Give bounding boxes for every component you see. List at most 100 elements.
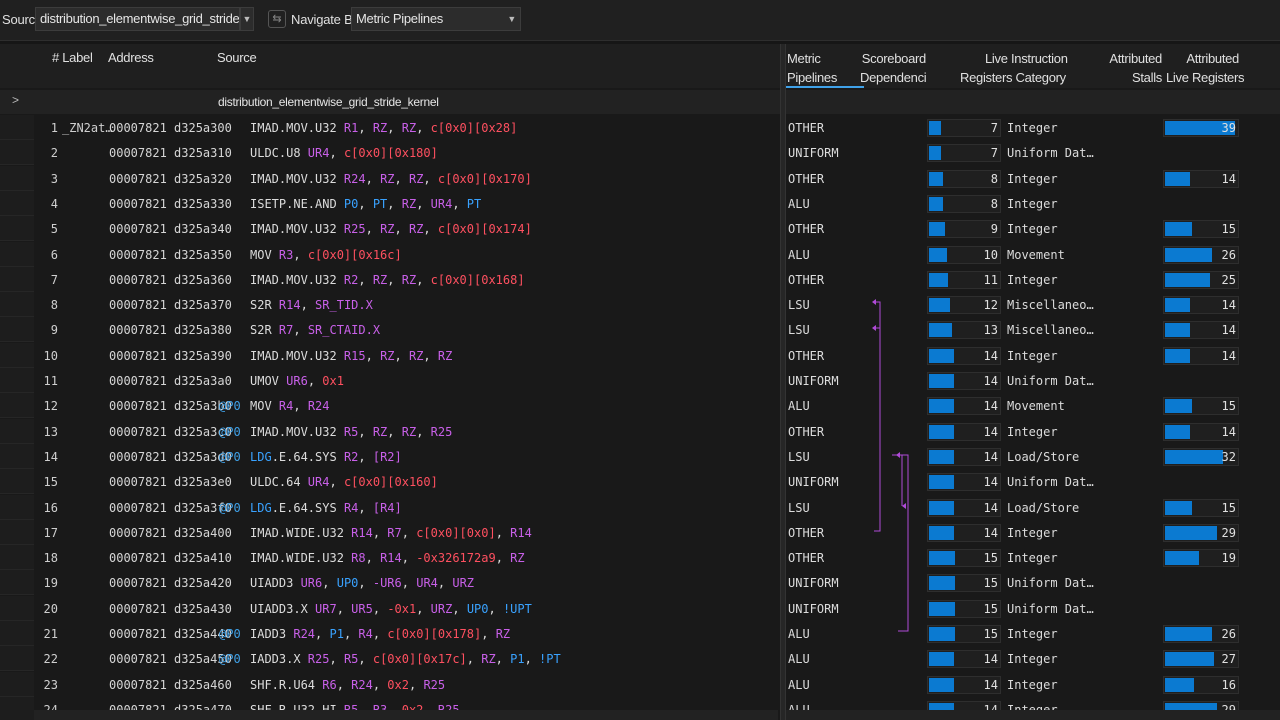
row-gutter[interactable] bbox=[0, 241, 34, 267]
row-gutter[interactable] bbox=[0, 469, 34, 495]
row-gutter[interactable] bbox=[0, 165, 34, 191]
function-row[interactable]: > distribution_elementwise_grid_stride_k… bbox=[0, 90, 780, 114]
table-row[interactable]: 22 00007821 d325a450 @P0 IADD3.X R25, R5, c… bbox=[0, 646, 780, 672]
source-token: RZ bbox=[372, 424, 388, 439]
column-source[interactable]: Source bbox=[217, 50, 257, 65]
table-row[interactable]: 2 00007821 d325a310 ULDC.U8 UR4, c[0x0][0x… bbox=[0, 140, 780, 166]
table-row[interactable]: 14 00007821 d325a3d0 @P0 LDG.E.64.SYS R2, [… bbox=[0, 443, 780, 469]
live-registers-value: 8 bbox=[990, 196, 998, 211]
metrics-row[interactable]: OTHER 15 Integer 19 bbox=[786, 545, 1280, 570]
table-row[interactable]: 4 00007821 d325a330 ISETP.NE.AND P0, PT, R… bbox=[0, 190, 780, 216]
navigate-by-select[interactable]: Metric Pipelines ▼ bbox=[351, 7, 521, 31]
table-row[interactable]: 19 00007821 d325a420 UIADD3 UR6, UP0, -UR6… bbox=[0, 570, 780, 596]
metrics-row[interactable]: LSU 14 Load/Store 32 bbox=[786, 444, 1280, 469]
table-row[interactable]: 6 00007821 d325a350 MOV R3, c[0x0][0x16c] bbox=[0, 241, 780, 267]
table-row[interactable]: 23 00007821 d325a460 SHF.R.U64 R6, R24, 0x… bbox=[0, 671, 780, 697]
metrics-row[interactable]: ALU 14 Integer 27 bbox=[786, 646, 1280, 671]
table-row[interactable]: 15 00007821 d325a3e0 ULDC.64 UR4, c[0x0][0… bbox=[0, 469, 780, 495]
table-row[interactable]: 18 00007821 d325a410 IMAD.WIDE.U32 R8, R14… bbox=[0, 545, 780, 571]
metrics-row[interactable]: ALU 8 Integer bbox=[786, 191, 1280, 216]
horizontal-scrollbar-metrics[interactable] bbox=[786, 710, 1280, 720]
row-gutter[interactable] bbox=[0, 494, 34, 520]
metrics-row[interactable]: ALU 14 Integer 16 bbox=[786, 672, 1280, 697]
row-gutter[interactable] bbox=[0, 621, 34, 646]
row-gutter[interactable] bbox=[0, 266, 34, 292]
attributed-live-registers-bar bbox=[1165, 525, 1217, 540]
metrics-row[interactable]: UNIFORM 7 Uniform Dat… bbox=[786, 140, 1280, 165]
source-select[interactable]: distribution_elementwise_grid_stride_ker… bbox=[35, 7, 240, 31]
row-gutter[interactable] bbox=[0, 140, 34, 166]
table-row[interactable]: 17 00007821 d325a400 IMAD.WIDE.U32 R14, R7… bbox=[0, 519, 780, 545]
row-gutter[interactable] bbox=[0, 545, 34, 571]
metrics-row[interactable]: OTHER 14 Integer 14 bbox=[786, 419, 1280, 444]
metrics-row[interactable]: OTHER 9 Integer 15 bbox=[786, 216, 1280, 241]
table-row[interactable]: 16 00007821 d325a3f0 @P0 LDG.E.64.SYS R4, [… bbox=[0, 494, 780, 520]
metrics-row[interactable]: OTHER 7 Integer 39 bbox=[786, 115, 1280, 140]
metrics-row[interactable]: ALU 14 Movement 15 bbox=[786, 393, 1280, 418]
row-gutter[interactable] bbox=[0, 190, 34, 216]
live-registers-cell: 12 bbox=[927, 296, 1001, 315]
row-gutter[interactable] bbox=[0, 115, 34, 140]
metrics-row[interactable]: UNIFORM 15 Uniform Dat… bbox=[786, 596, 1280, 621]
metrics-row[interactable]: LSU 13 Miscellaneo… 14 bbox=[786, 317, 1280, 342]
table-row[interactable]: 9 00007821 d325a380 S2R R7, SR_CTAID.X bbox=[0, 317, 780, 343]
metrics-row[interactable]: ALU 10 Movement 26 bbox=[786, 242, 1280, 267]
table-row[interactable]: 7 00007821 d325a360 IMAD.MOV.U32 R2, RZ, R… bbox=[0, 266, 780, 292]
metrics-row[interactable]: ALU 15 Integer 26 bbox=[786, 621, 1280, 646]
source-token: R25 bbox=[343, 222, 366, 237]
navigate-toggle-icon[interactable]: ⇆ bbox=[268, 10, 286, 28]
row-gutter[interactable] bbox=[0, 368, 34, 393]
live-registers-bar bbox=[929, 323, 952, 338]
metrics-row[interactable]: UNIFORM 15 Uniform Dat… bbox=[786, 570, 1280, 595]
instruction-category: Load/Store bbox=[1007, 500, 1080, 515]
metrics-row[interactable]: OTHER 11 Integer 25 bbox=[786, 267, 1280, 292]
row-gutter[interactable] bbox=[0, 317, 34, 343]
instruction-category: Integer bbox=[1007, 348, 1058, 363]
row-gutter[interactable] bbox=[0, 418, 34, 444]
row-gutter[interactable] bbox=[0, 671, 34, 697]
row-gutter[interactable] bbox=[0, 595, 34, 621]
row-gutter[interactable] bbox=[0, 570, 34, 596]
attributed-live-registers-value: 25 bbox=[1221, 272, 1236, 287]
column-label[interactable]: # Label bbox=[52, 50, 93, 65]
column-address[interactable]: Address bbox=[108, 50, 154, 65]
row-gutter[interactable] bbox=[0, 342, 34, 368]
row-gutter[interactable] bbox=[0, 696, 34, 720]
table-row[interactable]: 13 00007821 d325a3c0 @P0 IMAD.MOV.U32 R5, R… bbox=[0, 418, 780, 444]
metrics-row[interactable]: UNIFORM 14 Uniform Dat… bbox=[786, 469, 1280, 494]
metrics-row[interactable]: LSU 12 Miscellaneo… 14 bbox=[786, 292, 1280, 317]
source-token: R14 bbox=[510, 525, 532, 540]
table-row[interactable]: 10 00007821 d325a390 IMAD.MOV.U32 R15, RZ,… bbox=[0, 342, 780, 368]
source-token: -0x1 bbox=[387, 601, 417, 616]
metrics-row[interactable]: OTHER 14 Integer 29 bbox=[786, 520, 1280, 545]
row-gutter[interactable] bbox=[0, 443, 34, 469]
row-gutter[interactable] bbox=[0, 393, 34, 419]
horizontal-scrollbar[interactable] bbox=[34, 710, 778, 720]
table-row[interactable]: 20 00007821 d325a430 UIADD3.X UR7, UR5, -0… bbox=[0, 595, 780, 621]
metrics-row[interactable]: LSU 14 Load/Store 15 bbox=[786, 495, 1280, 520]
table-row[interactable]: 11 00007821 d325a3a0 UMOV UR6, 0x1 bbox=[0, 368, 780, 393]
source-token: c[0x0][0x168] bbox=[430, 272, 525, 287]
metrics-row[interactable]: UNIFORM 14 Uniform Dat… bbox=[786, 368, 1280, 393]
instruction-category: Load/Store bbox=[1007, 449, 1080, 464]
row-address: 00007821 d325a360 bbox=[109, 272, 232, 287]
metrics-row[interactable]: OTHER 8 Integer 14 bbox=[786, 166, 1280, 191]
row-gutter[interactable] bbox=[0, 216, 34, 242]
table-row[interactable]: 1 _ZN2at… 00007821 d325a300 IMAD.MOV.U32 R1… bbox=[0, 115, 780, 140]
attributed-live-registers-value: 26 bbox=[1221, 627, 1236, 641]
source-dropdown-button[interactable]: ▼ bbox=[240, 7, 254, 31]
row-source: UMOV UR6, 0x1 bbox=[250, 374, 344, 388]
row-gutter[interactable] bbox=[0, 646, 34, 672]
expand-arrow-icon[interactable]: > bbox=[12, 93, 19, 107]
live-registers-bar bbox=[929, 348, 954, 363]
table-row[interactable]: 3 00007821 d325a320 IMAD.MOV.U32 R24, RZ, … bbox=[0, 165, 780, 191]
source-token: IMAD.WIDE.U32 bbox=[250, 551, 352, 566]
metrics-row[interactable]: OTHER 14 Integer 14 bbox=[786, 343, 1280, 368]
row-source: SHF.R.U64 R6, R24, 0x2, R25 bbox=[250, 678, 445, 692]
table-row[interactable]: 12 00007821 d325a3b0 @P0 MOV R4, R24 bbox=[0, 393, 780, 419]
row-gutter[interactable] bbox=[0, 292, 34, 318]
table-row[interactable]: 8 00007821 d325a370 S2R R14, SR_TID.X bbox=[0, 292, 780, 318]
row-gutter[interactable] bbox=[0, 519, 34, 545]
table-row[interactable]: 21 00007821 d325a440 @P0 IADD3 R24, P1, R4,… bbox=[0, 621, 780, 646]
table-row[interactable]: 5 00007821 d325a340 IMAD.MOV.U32 R25, RZ, … bbox=[0, 216, 780, 242]
